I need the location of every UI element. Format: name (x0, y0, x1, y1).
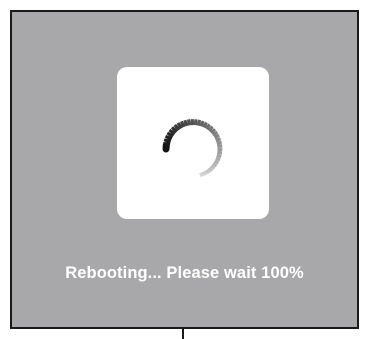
reboot-status-message: Rebooting... Please wait 100% (65, 264, 304, 282)
spinner-segment (170, 126, 178, 134)
spinner-segment (213, 133, 220, 140)
bottom-edge-marker (182, 327, 184, 339)
spinner-segment (176, 122, 183, 130)
spinner-segment (209, 164, 216, 171)
spinner-segment (187, 119, 192, 126)
spinner-segment (211, 162, 218, 168)
spinner-segment (163, 138, 172, 144)
spinner-segment (168, 128, 176, 136)
spinner-segment (162, 141, 171, 147)
spinner-segment (207, 166, 213, 173)
spinner-segment (209, 128, 217, 135)
spinner-segment (183, 119, 189, 127)
spinner-segment (199, 172, 204, 177)
spinner-segment (166, 131, 174, 139)
spinner-segment (180, 120, 186, 128)
spinner-segment (173, 123, 181, 132)
spinner-segment (216, 153, 222, 158)
spinner-segment (213, 159, 220, 165)
spinner-segment (202, 170, 207, 176)
spinner-segment (204, 168, 211, 175)
spinner-segment (215, 156, 221, 162)
spinner-segment (207, 125, 214, 132)
spinner-segment (211, 130, 219, 137)
spinner-segment (204, 123, 211, 130)
spinner-segment (164, 134, 173, 141)
spinner-card (117, 67, 269, 219)
reboot-overlay: Rebooting... Please wait 100% (10, 10, 359, 329)
spinner-segment (215, 137, 222, 143)
spinner-segment (196, 119, 202, 126)
spinner-segment (216, 140, 223, 146)
spinner-segment (202, 121, 208, 129)
spinner-segment (199, 120, 205, 127)
loading-spinner-icon (162, 119, 223, 177)
